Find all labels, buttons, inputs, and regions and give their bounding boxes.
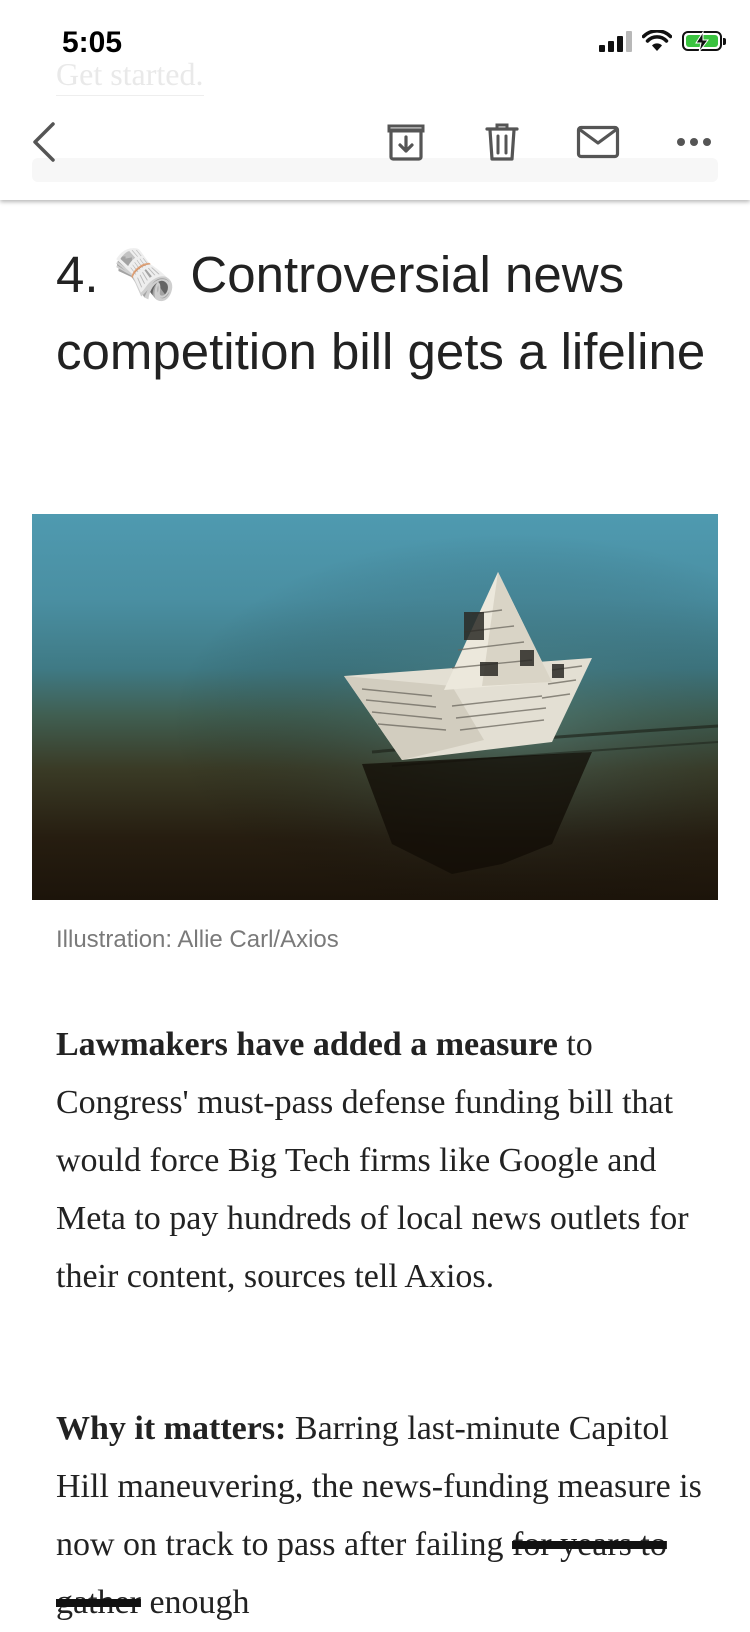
paragraph-2: Why it matters: Barring last-minute Capi…	[56, 1400, 706, 1632]
paragraph-1: Lawmakers have added a measure to Congre…	[56, 1016, 706, 1306]
mail-icon	[576, 125, 620, 159]
status-icons	[599, 30, 726, 53]
back-chevron-icon	[33, 122, 55, 162]
wifi-icon	[642, 30, 672, 51]
delete-button[interactable]	[472, 112, 532, 172]
newspaper-emoji-icon: 🗞️	[112, 246, 177, 303]
paragraph-2-lead: Why it matters:	[56, 1410, 287, 1447]
archive-button[interactable]	[376, 112, 436, 172]
trash-icon	[485, 123, 519, 161]
archive-icon	[387, 124, 425, 161]
more-options-button[interactable]	[664, 112, 724, 172]
mark-unread-button[interactable]	[568, 112, 628, 172]
paper-boat-illustration	[32, 514, 718, 900]
image-caption: Illustration: Allie Carl/Axios	[56, 926, 339, 953]
paragraph-1-text: to Congress' must-pass defense funding b…	[56, 1026, 689, 1295]
background-link-text: Get started.	[56, 56, 204, 96]
heading-number: 4.	[56, 246, 99, 303]
article-heading: 4. 🗞️ Controversial news competition bil…	[56, 236, 716, 390]
cellular-signal-icon	[599, 30, 632, 52]
more-icon	[677, 138, 711, 146]
back-button[interactable]	[14, 112, 74, 172]
top-bar: Get started. 5:05	[0, 0, 750, 200]
status-time: 5:05	[62, 26, 123, 59]
paragraph-1-lead: Lawmakers have added a measure	[56, 1026, 558, 1063]
article-illustration	[32, 514, 718, 900]
battery-icon	[682, 31, 726, 53]
paragraph-2-end-text: enough	[149, 1584, 250, 1621]
